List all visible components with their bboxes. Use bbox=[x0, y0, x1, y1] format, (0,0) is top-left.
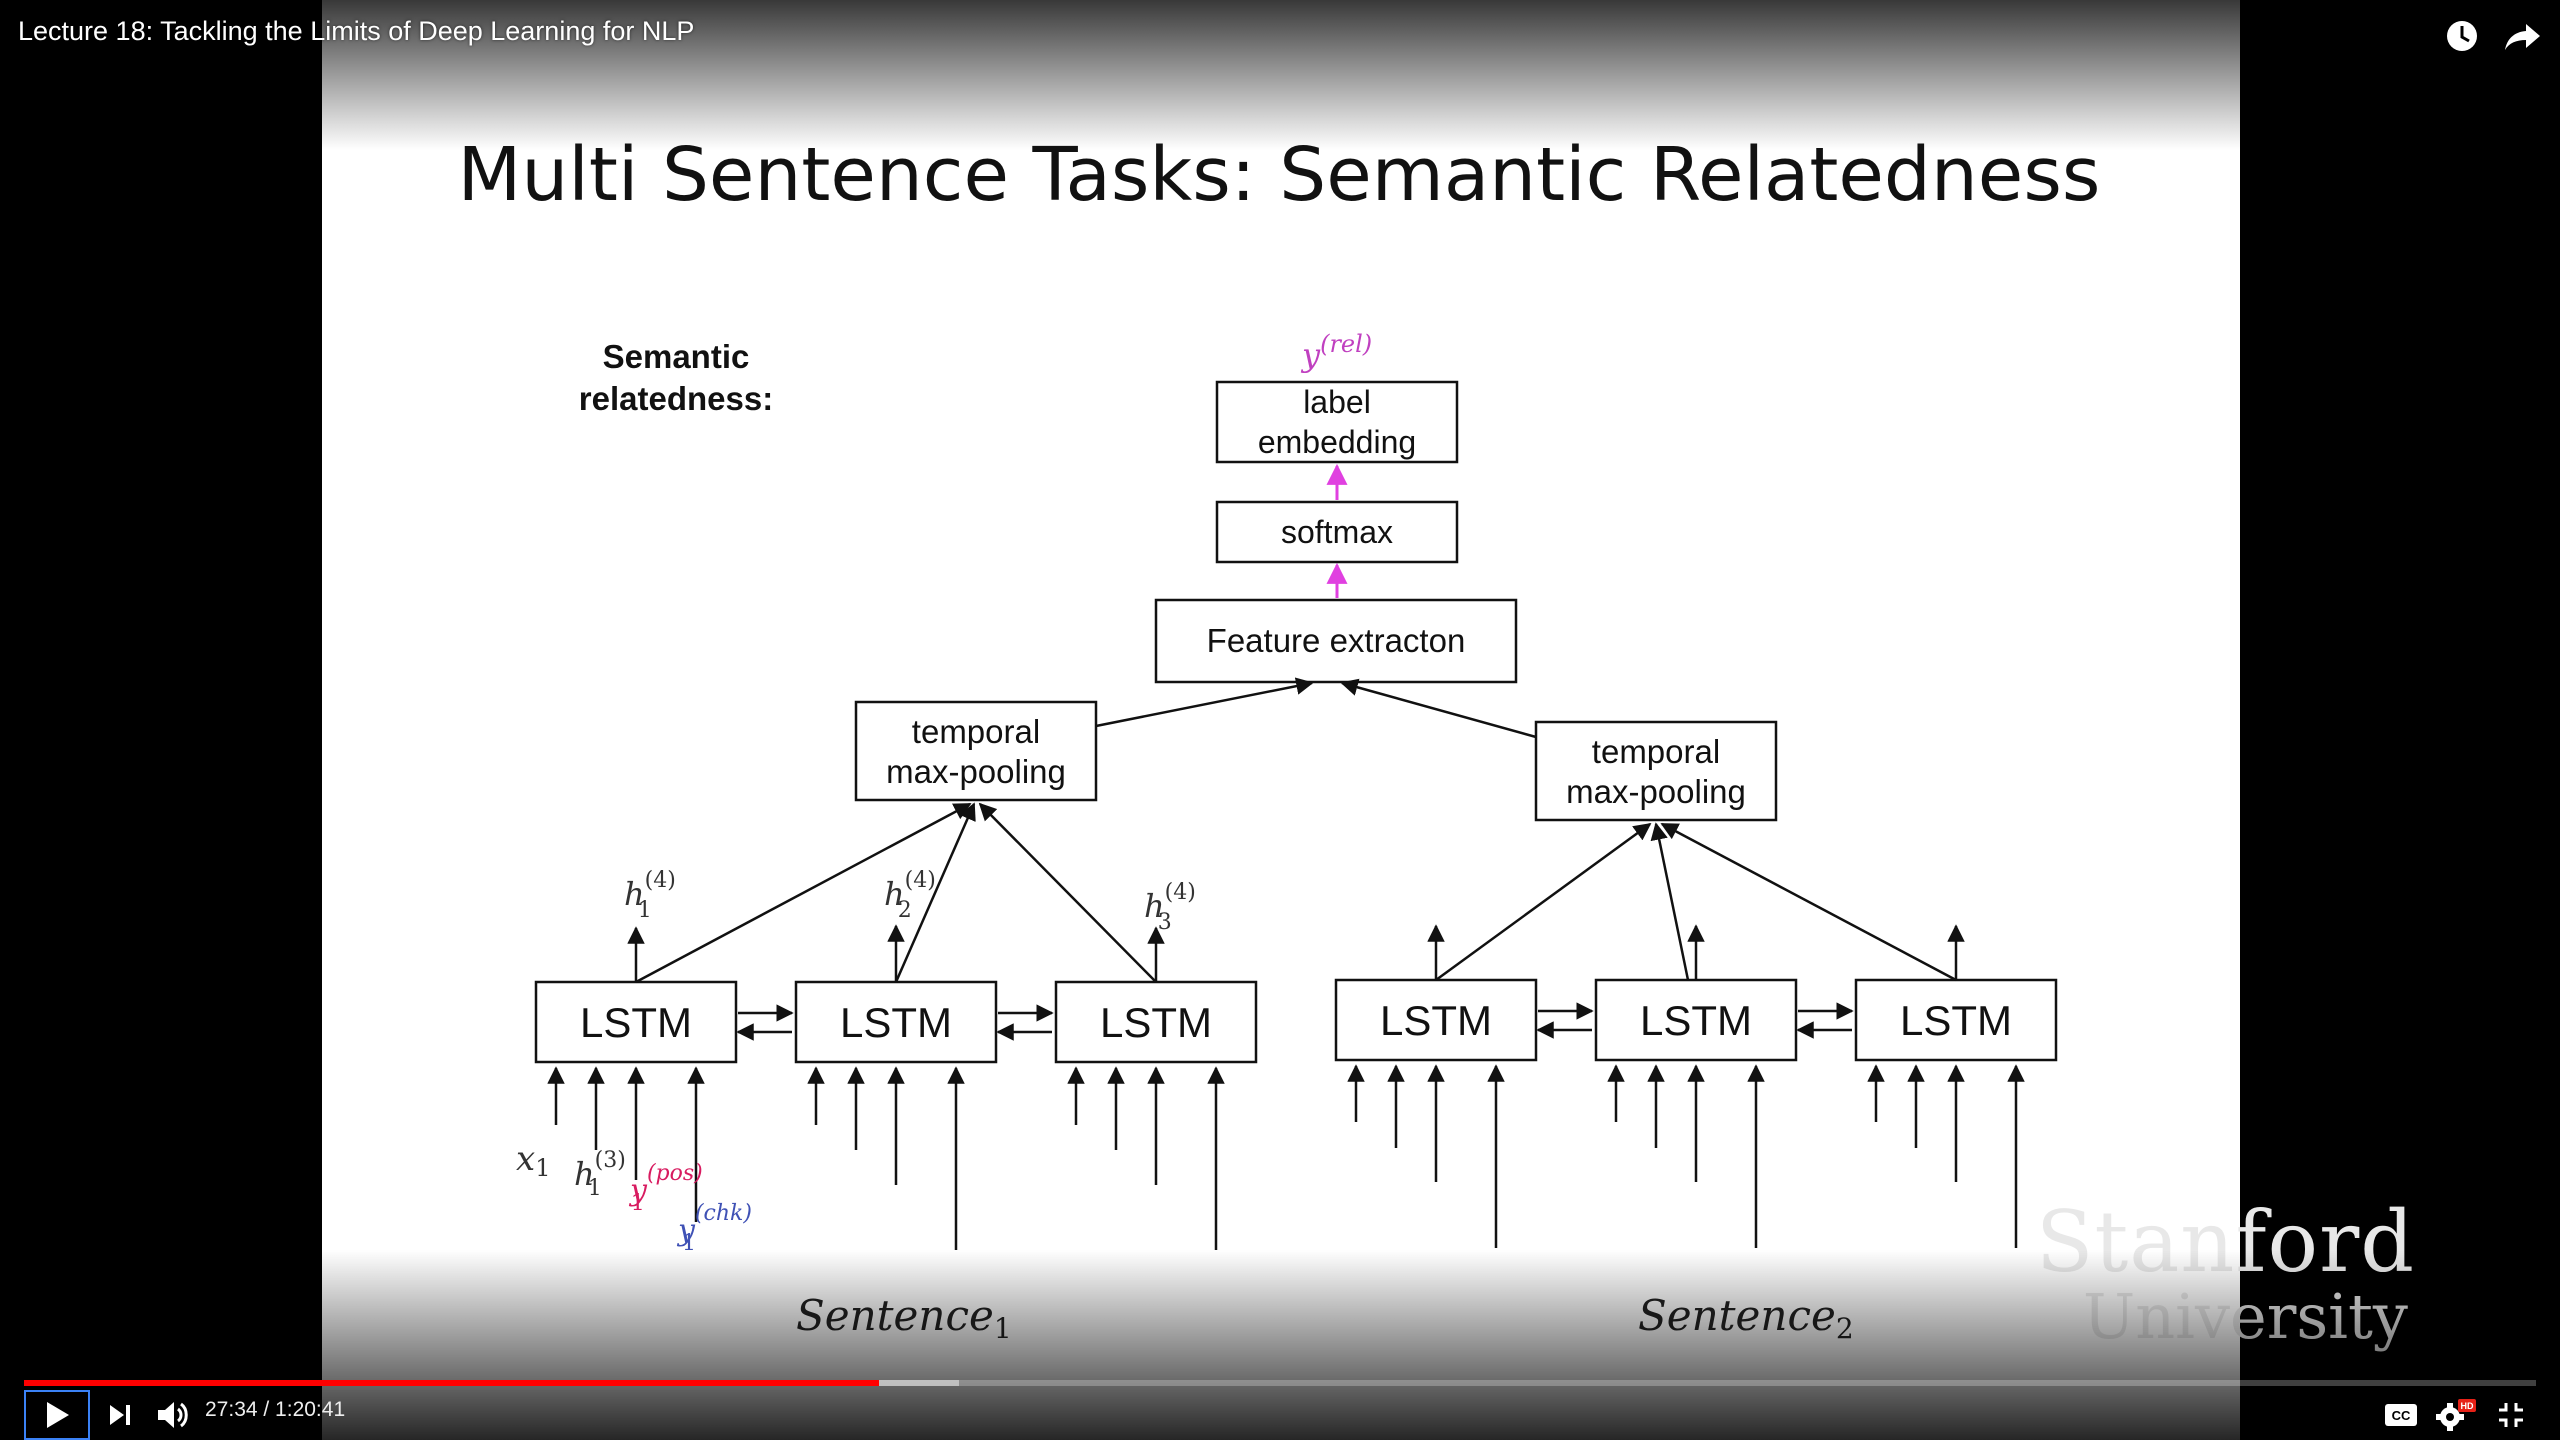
lstm-label-1-2: LSTM bbox=[840, 999, 952, 1046]
lstm-to-pool-arrow bbox=[1435, 822, 1652, 982]
lstm-label-1-1: LSTM bbox=[580, 999, 692, 1046]
pooling-box-2-line2: max-pooling bbox=[1566, 773, 1746, 810]
ychk-label: y(chk) 1 bbox=[676, 1201, 752, 1256]
logo-line2: University bbox=[2082, 1280, 2408, 1353]
pooling-box-1-line1: temporal bbox=[912, 713, 1040, 750]
lstm-to-pool-arrow bbox=[635, 802, 972, 984]
h4-label-2: h(4) 2 bbox=[884, 868, 936, 923]
side-label-line1: Semantic bbox=[603, 338, 750, 375]
sentence1-label: Sentence1 bbox=[796, 1291, 1012, 1345]
sentence2-label: Sentence2 bbox=[1638, 1291, 1854, 1345]
ypos-label: y(pos) 1 bbox=[628, 1161, 703, 1216]
share-icon[interactable] bbox=[2500, 14, 2544, 58]
logo-line1: Stanford bbox=[2035, 1193, 2415, 1291]
exit-fullscreen-icon bbox=[2499, 1403, 2523, 1427]
h3-label: h(3) 1 bbox=[574, 1148, 626, 1201]
progress-played bbox=[24, 1380, 879, 1386]
lstm-label-1-3: LSTM bbox=[1100, 999, 1212, 1046]
lstm-label-2-1: LSTM bbox=[1380, 997, 1492, 1044]
captions-icon: CC bbox=[2385, 1404, 2417, 1426]
next-button[interactable] bbox=[98, 1390, 142, 1440]
lstm-to-pool-arrow bbox=[978, 802, 1157, 983]
pooling-box-2-line1: temporal bbox=[1592, 733, 1720, 770]
output-label: y(rel) bbox=[1300, 330, 1372, 374]
time-display: 27:34 / 1:20:41 bbox=[205, 1398, 346, 1421]
lstm-label-2-3: LSTM bbox=[1900, 997, 2012, 1044]
h4-label-1: h(4) 1 bbox=[624, 868, 676, 923]
stanford-logo: Stanford University bbox=[2036, 1200, 2415, 1348]
video-title[interactable]: Lecture 18: Tackling the Limits of Deep … bbox=[18, 16, 694, 47]
lstm-to-pool-arrow bbox=[1650, 822, 1690, 981]
feature-extraction-label: Feature extracton bbox=[1207, 622, 1466, 659]
captions-button[interactable]: CC bbox=[2378, 1390, 2424, 1440]
label-embedding-line1: label bbox=[1303, 384, 1371, 420]
softmax-label: softmax bbox=[1281, 514, 1393, 550]
svg-text:CC: CC bbox=[2392, 1408, 2411, 1423]
volume-button[interactable] bbox=[150, 1390, 196, 1440]
lecture-slide: Multi Sentence Tasks: Semantic Relatedne… bbox=[322, 0, 2240, 1440]
label-embedding-line2: embedding bbox=[1258, 424, 1416, 460]
lstm-to-pool-arrow bbox=[1660, 822, 1957, 982]
settings-icon: HD bbox=[2436, 1399, 2476, 1431]
settings-button[interactable]: HD bbox=[2432, 1390, 2480, 1440]
svg-text:HD: HD bbox=[2461, 1401, 2474, 1411]
play-icon bbox=[47, 1402, 69, 1428]
side-label-line2: relatedness: bbox=[579, 380, 773, 417]
next-icon bbox=[110, 1405, 130, 1425]
input-arrows-sentence2 bbox=[1347, 1064, 2025, 1248]
video-player[interactable]: Multi Sentence Tasks: Semantic Relatedne… bbox=[0, 0, 2560, 1440]
h4-label-3: h(4) 3 bbox=[1144, 880, 1196, 935]
pool1-to-feature-arrow bbox=[1095, 677, 1314, 728]
slide-title: Multi Sentence Tasks: Semantic Relatedne… bbox=[458, 132, 2101, 218]
progress-bar[interactable] bbox=[24, 1380, 2536, 1386]
x1-label: x1 bbox=[516, 1139, 550, 1182]
exit-fullscreen-button[interactable] bbox=[2488, 1390, 2534, 1440]
volume-icon bbox=[158, 1402, 188, 1428]
lstm-label-2-2: LSTM bbox=[1640, 997, 1752, 1044]
watch-later-icon[interactable] bbox=[2440, 14, 2484, 58]
play-button[interactable] bbox=[24, 1390, 90, 1440]
pooling-box-1-line2: max-pooling bbox=[886, 753, 1066, 790]
slide-diagram: Multi Sentence Tasks: Semantic Relatedne… bbox=[458, 132, 2101, 1345]
input-arrows-sentence1 bbox=[547, 1066, 1225, 1250]
pool2-to-feature-arrow bbox=[1340, 678, 1537, 739]
lstm-to-pool-arrow bbox=[894, 802, 976, 983]
